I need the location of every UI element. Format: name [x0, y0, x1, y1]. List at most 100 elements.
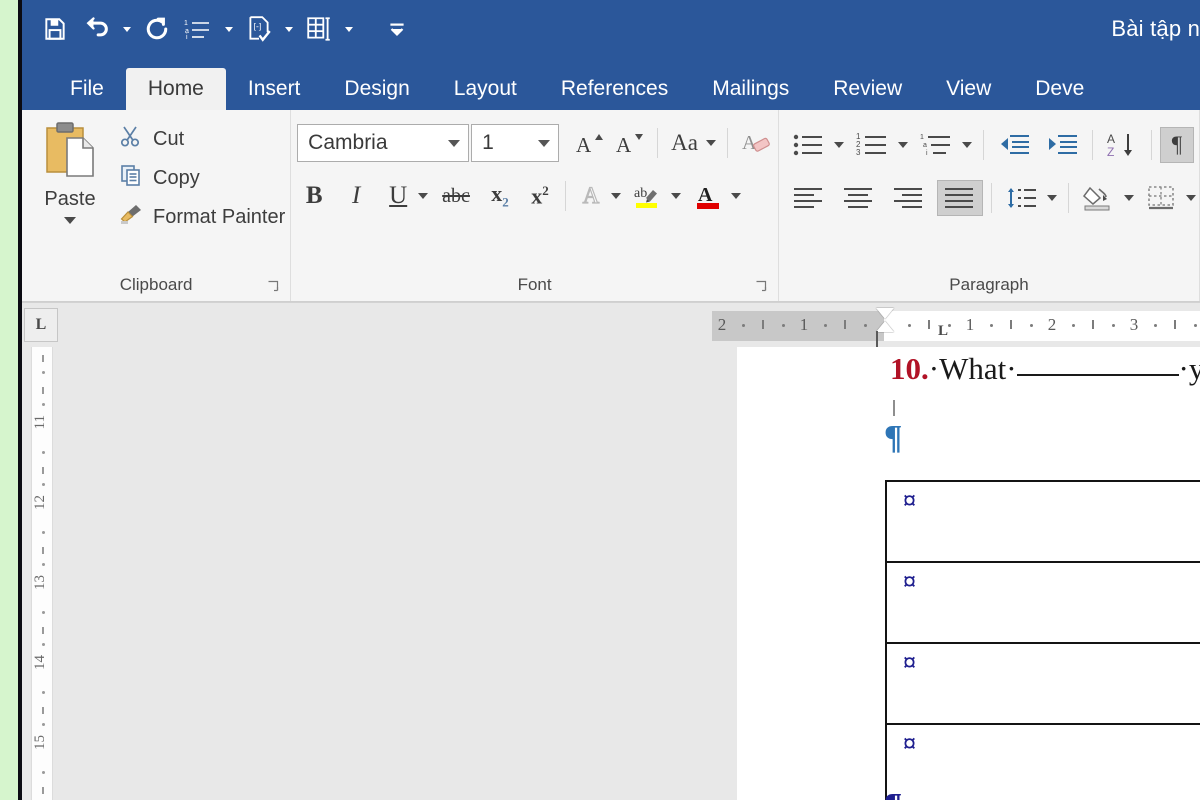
svg-text:A: A	[576, 133, 592, 157]
align-right-button[interactable]	[887, 180, 931, 216]
tab-references[interactable]: References	[539, 68, 690, 110]
table-cell[interactable]: ¤	[885, 723, 1200, 800]
increase-indent-button[interactable]	[1040, 127, 1084, 163]
answer-blank	[1016, 374, 1179, 376]
paragraph-mark-below-table: ¶	[885, 787, 902, 800]
subscript-button[interactable]: x2	[483, 178, 517, 214]
clipboard-dialog-launcher[interactable]	[267, 280, 280, 293]
shading-button[interactable]	[1077, 180, 1121, 216]
ruler-left-margin-region	[712, 311, 884, 341]
tab-mailings[interactable]: Mailings	[690, 68, 811, 110]
table-cell[interactable]: ¤	[885, 561, 1200, 644]
text-highlight-dropdown-arrow[interactable]	[668, 178, 684, 214]
font-color-dropdown-arrow[interactable]	[728, 178, 744, 214]
document-canvas: 2 1 1 2 3 L 10.·What· ·y ¶ ¤ ¤ ¤ ¤	[62, 303, 1200, 800]
tab-stop-selector-button[interactable]: L	[24, 308, 58, 342]
font-size-dropdown-arrow[interactable]	[534, 125, 554, 161]
svg-text:ab: ab	[634, 186, 647, 201]
undo-button[interactable]	[76, 8, 118, 50]
font-size-combo[interactable]: 1	[471, 124, 560, 162]
bold-button[interactable]: B	[297, 178, 331, 214]
document-page[interactable]: 10.·What· ·y ¶ ¤ ¤ ¤ ¤	[737, 347, 1200, 800]
numbering-dropdown-arrow[interactable]	[220, 8, 238, 50]
document-question-line[interactable]: 10.·What· ·y	[890, 351, 1200, 387]
save-button[interactable]	[34, 8, 76, 50]
tab-file[interactable]: File	[48, 68, 126, 110]
shading-dropdown-arrow[interactable]	[1121, 180, 1137, 216]
bullets-button[interactable]	[787, 127, 831, 163]
document-table[interactable]: ¤ ¤ ¤ ¤	[885, 480, 1200, 800]
tab-layout[interactable]: Layout	[432, 68, 539, 110]
bullets-dropdown-arrow[interactable]	[831, 127, 847, 163]
align-center-button[interactable]	[837, 180, 881, 216]
vertical-ruler[interactable]: 11 12 13 14 15	[31, 347, 53, 800]
shrink-font-button[interactable]: A	[609, 125, 649, 161]
grow-font-button[interactable]: A	[569, 125, 609, 161]
numbering-list-button[interactable]: 1 2 3	[851, 127, 895, 163]
horizontal-ruler[interactable]: 2 1 1 2 3 L	[712, 311, 1200, 341]
customize-qat-button[interactable]	[376, 8, 418, 50]
table-row[interactable]: ¤	[885, 642, 1200, 725]
numbering-button[interactable]: 1 a i	[178, 8, 220, 50]
line-spacing-button[interactable]	[1000, 180, 1044, 216]
font-color-button[interactable]: A	[688, 178, 728, 214]
change-case-dropdown-arrow[interactable]	[703, 125, 719, 161]
tab-design[interactable]: Design	[322, 68, 431, 110]
numbering-list-dropdown-arrow[interactable]	[895, 127, 911, 163]
borders-dropdown-arrow[interactable]	[1183, 180, 1199, 216]
change-case-button[interactable]: Aa	[666, 125, 703, 161]
text-effects-dropdown-arrow[interactable]	[608, 178, 624, 214]
tab-insert[interactable]: Insert	[226, 68, 323, 110]
decrease-indent-button[interactable]	[992, 127, 1036, 163]
strikethrough-button[interactable]: abc	[437, 178, 475, 214]
tab-developer[interactable]: Deve	[1013, 68, 1106, 110]
justify-button[interactable]	[937, 180, 983, 216]
multilevel-list-dropdown-arrow[interactable]	[959, 127, 975, 163]
table-row[interactable]: ¤	[885, 723, 1200, 800]
paste-button[interactable]: Paste	[22, 110, 118, 224]
redo-button[interactable]	[136, 8, 178, 50]
table-properties-button[interactable]	[298, 8, 340, 50]
multilevel-list-button[interactable]: 1 a i	[915, 127, 959, 163]
tab-view[interactable]: View	[924, 68, 1013, 110]
format-painter-button[interactable]: Format Painter	[118, 202, 285, 232]
clipboard-commands: Cut Copy Format Painter	[118, 110, 285, 232]
copy-label: Copy	[153, 166, 200, 189]
sort-button[interactable]: A Z	[1101, 127, 1143, 163]
tab-stop-marker[interactable]: L	[938, 323, 948, 340]
spelling-check-dropdown-arrow[interactable]	[280, 8, 298, 50]
font-name-value: Cambria	[308, 131, 388, 154]
paste-dropdown-arrow[interactable]	[64, 217, 76, 224]
font-dialog-launcher[interactable]	[755, 280, 768, 293]
align-left-button[interactable]	[787, 180, 831, 216]
cut-button[interactable]: Cut	[118, 124, 285, 154]
undo-dropdown-arrow[interactable]	[118, 8, 136, 50]
show-formatting-marks-button[interactable]: ¶	[1160, 127, 1194, 163]
table-cell[interactable]: ¤	[885, 480, 1200, 563]
ribbon-divider	[22, 301, 1200, 302]
italic-button[interactable]: I	[339, 178, 373, 214]
svg-text:A: A	[742, 132, 757, 154]
spelling-check-button[interactable]: [-]	[238, 8, 280, 50]
ribbon-group-font: Cambria 1 A A Aa A B I U abc x2 x2 A ab …	[291, 110, 779, 302]
text-effects-button[interactable]: A	[574, 178, 608, 214]
underline-dropdown-arrow[interactable]	[415, 178, 431, 214]
borders-button[interactable]	[1141, 180, 1183, 216]
clear-formatting-button[interactable]: A	[736, 125, 778, 161]
font-name-combo[interactable]: Cambria	[297, 124, 470, 162]
table-row[interactable]: ¤	[885, 561, 1200, 644]
underline-button[interactable]: U	[381, 178, 415, 214]
line-spacing-dropdown-arrow[interactable]	[1044, 180, 1060, 216]
text-highlight-button[interactable]: ab	[628, 178, 668, 214]
font-name-dropdown-arrow[interactable]	[444, 125, 464, 161]
tab-review[interactable]: Review	[811, 68, 924, 110]
table-row[interactable]: ¤	[885, 480, 1200, 563]
vruler-tick-11: 11	[32, 415, 48, 430]
text-cursor	[893, 400, 895, 416]
table-properties-dropdown-arrow[interactable]	[340, 8, 358, 50]
table-cell[interactable]: ¤	[885, 642, 1200, 725]
paragraph-mark-above-table: ¶	[885, 419, 902, 456]
tab-home[interactable]: Home	[125, 68, 226, 110]
superscript-button[interactable]: x2	[523, 178, 557, 214]
copy-button[interactable]: Copy	[118, 163, 285, 193]
